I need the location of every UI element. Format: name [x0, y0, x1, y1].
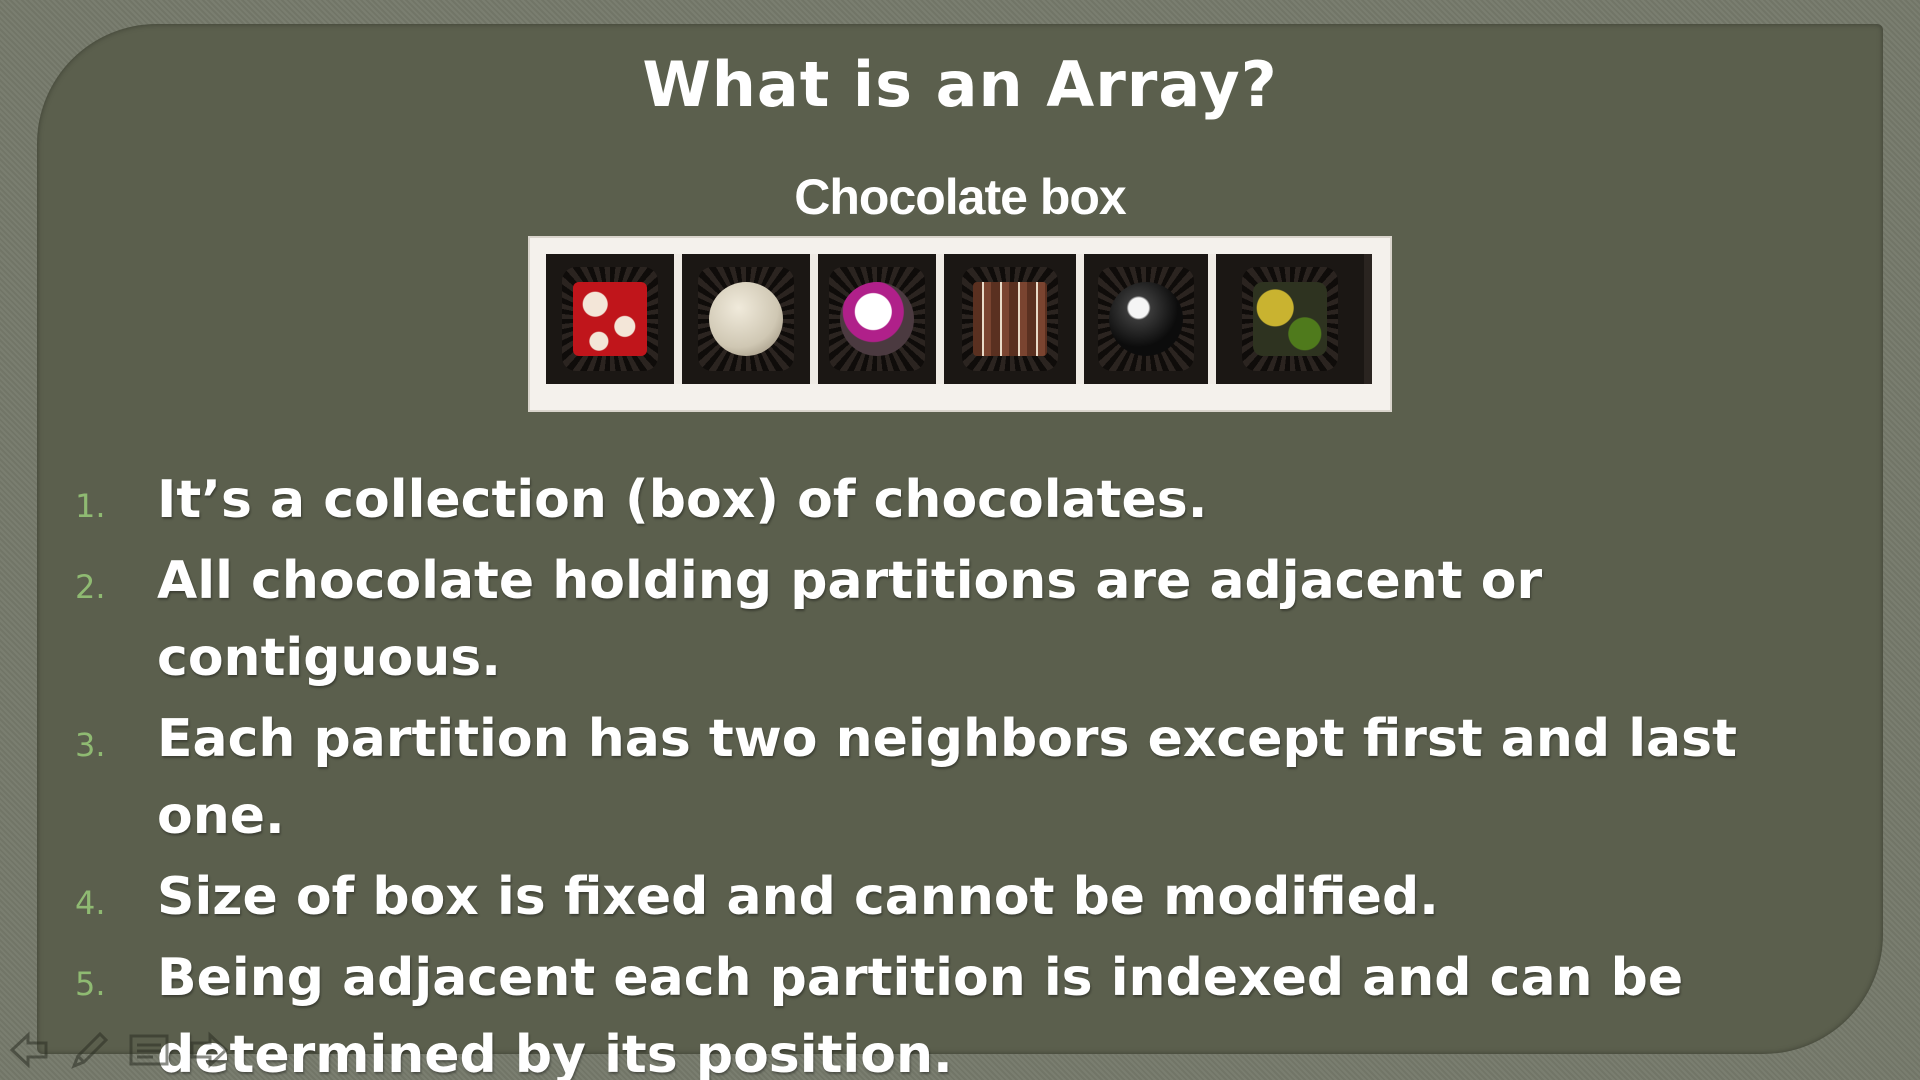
slide-title: What is an Array? — [642, 48, 1278, 121]
partition-2 — [682, 254, 818, 384]
list-item: 1. It’s a collection (box) of chocolates… — [75, 462, 1875, 539]
partition-5 — [1084, 254, 1216, 384]
list-item: 5. Being adjacent each partition is inde… — [75, 940, 1875, 1080]
list-number: 3. — [75, 726, 106, 764]
partition-3 — [818, 254, 944, 384]
arrow-left-icon[interactable] — [8, 1030, 50, 1070]
list-text: It’s a collection (box) of chocolates. — [157, 470, 1208, 530]
slideshow-toolbar — [8, 1030, 230, 1070]
chocolate-box-image — [528, 236, 1392, 412]
list-number: 1. — [75, 487, 106, 525]
bullet-list: 1. It’s a collection (box) of chocolates… — [75, 462, 1875, 1080]
presentation-window: What is an Array? Chocolate box 1. It’s … — [0, 0, 1920, 1080]
partition-6 — [1216, 254, 1364, 384]
list-number: 4. — [75, 884, 106, 922]
partition-1 — [546, 254, 682, 384]
list-item: 2. All chocolate holding partitions are … — [75, 543, 1875, 697]
menu-icon[interactable] — [128, 1030, 170, 1070]
chocolate-6 — [1253, 282, 1327, 356]
list-number: 2. — [75, 568, 106, 606]
partition-4 — [944, 254, 1084, 384]
chocolate-3 — [840, 282, 914, 356]
list-text: Each partition has two neighbors except … — [157, 709, 1737, 846]
chocolate-4 — [973, 282, 1047, 356]
list-number: 5. — [75, 965, 106, 1003]
arrow-right-icon[interactable] — [188, 1030, 230, 1070]
list-item: 4. Size of box is fixed and cannot be mo… — [75, 859, 1875, 936]
list-text: All chocolate holding partitions are adj… — [157, 551, 1543, 688]
list-item: 3. Each partition has two neighbors exce… — [75, 701, 1875, 855]
chocolate-1 — [573, 282, 647, 356]
slide-subtitle: Chocolate box — [794, 169, 1126, 225]
chocolate-box-partitions — [546, 254, 1372, 384]
chocolate-2 — [709, 282, 783, 356]
list-text: Being adjacent each partition is indexed… — [157, 948, 1684, 1080]
list-text: Size of box is fixed and cannot be modif… — [157, 867, 1439, 927]
pen-icon[interactable] — [68, 1030, 110, 1070]
chocolate-5 — [1109, 282, 1183, 356]
